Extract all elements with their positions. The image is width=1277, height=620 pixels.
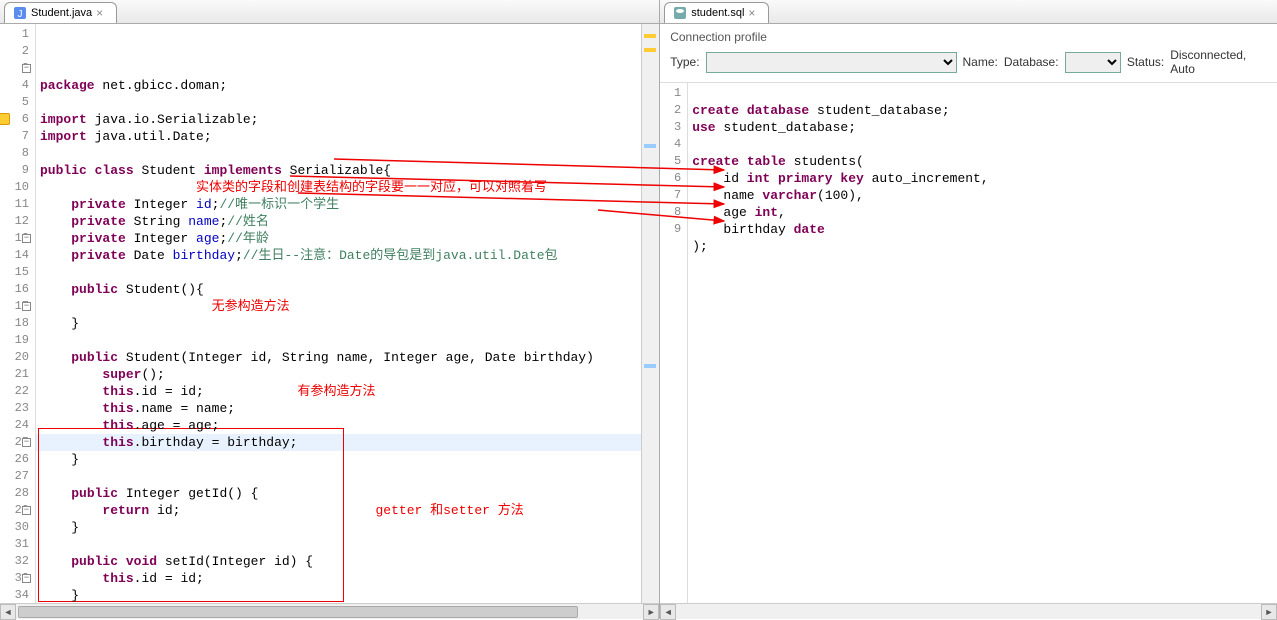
fold-icon[interactable]: − — [22, 302, 31, 311]
database-label: Database: — [1004, 55, 1059, 69]
sql-code-area[interactable]: create database student_database; use st… — [688, 83, 1277, 603]
warning-icon[interactable] — [0, 113, 10, 125]
horizontal-scrollbar[interactable]: ◄ ► — [660, 603, 1277, 619]
fold-icon[interactable]: − — [22, 234, 31, 243]
line-gutter: 1234 56789 — [660, 83, 688, 603]
horizontal-scrollbar[interactable]: ◄ ► — [0, 603, 659, 619]
type-combo[interactable] — [706, 52, 957, 73]
tab-bar-right: student.sql × — [660, 0, 1277, 24]
tab-bar-left: J Student.java × — [0, 0, 659, 24]
tab-student-sql[interactable]: student.sql × — [664, 2, 769, 23]
tab-label: Student.java — [31, 7, 92, 19]
sql-editor-pane: student.sql × Connection profile Type: N… — [660, 0, 1277, 619]
type-label: Type: — [670, 55, 699, 69]
scroll-right-arrow-icon[interactable]: ► — [1261, 604, 1277, 620]
scroll-left-arrow-icon[interactable]: ◄ — [660, 604, 676, 620]
line-gutter: 12 3− 45 6 789101112 13− 141516 17− 1819… — [0, 24, 36, 603]
scroll-right-arrow-icon[interactable]: ► — [643, 604, 659, 620]
svg-text:J: J — [18, 9, 23, 20]
name-label: Name: — [963, 55, 998, 69]
fold-icon[interactable]: − — [22, 574, 31, 583]
fold-icon[interactable]: − — [22, 438, 31, 447]
tab-student-java[interactable]: J Student.java × — [4, 2, 117, 23]
close-icon[interactable]: × — [96, 7, 108, 19]
fold-icon[interactable]: − — [22, 64, 31, 73]
scroll-left-arrow-icon[interactable]: ◄ — [0, 604, 16, 620]
sql-editor-body[interactable]: 1234 56789 create database student_datab… — [660, 83, 1277, 603]
annotation-noarg: 无参构造方法 — [212, 299, 290, 314]
tab-label: student.sql — [691, 7, 744, 19]
java-code-area[interactable]: package net.gbicc.doman; import java.io.… — [36, 24, 641, 603]
status-value: Disconnected, Auto — [1170, 48, 1267, 76]
overview-ruler[interactable] — [641, 24, 659, 603]
fold-icon[interactable]: − — [22, 506, 31, 515]
sql-file-icon — [673, 6, 687, 20]
java-file-icon: J — [13, 6, 27, 20]
annotation-gettersetter: getter 和setter 方法 — [376, 503, 524, 518]
status-label: Status: — [1127, 55, 1164, 69]
connection-profile-panel: Connection profile Type: Name: Database:… — [660, 24, 1277, 83]
scrollbar-thumb[interactable] — [18, 606, 578, 618]
java-editor-pane: J Student.java × 12 3− 45 6 789101112 13… — [0, 0, 660, 619]
close-icon[interactable]: × — [748, 7, 760, 19]
annotation-arg: 有参构造方法 — [297, 384, 375, 399]
connection-profile-title: Connection profile — [670, 30, 1267, 44]
java-editor-body[interactable]: 12 3− 45 6 789101112 13− 141516 17− 1819… — [0, 24, 659, 603]
database-combo[interactable] — [1065, 52, 1121, 73]
annotation-fields: 实体类的字段和创建表结构的字段要一一对应，可以对照着写 — [196, 180, 547, 195]
